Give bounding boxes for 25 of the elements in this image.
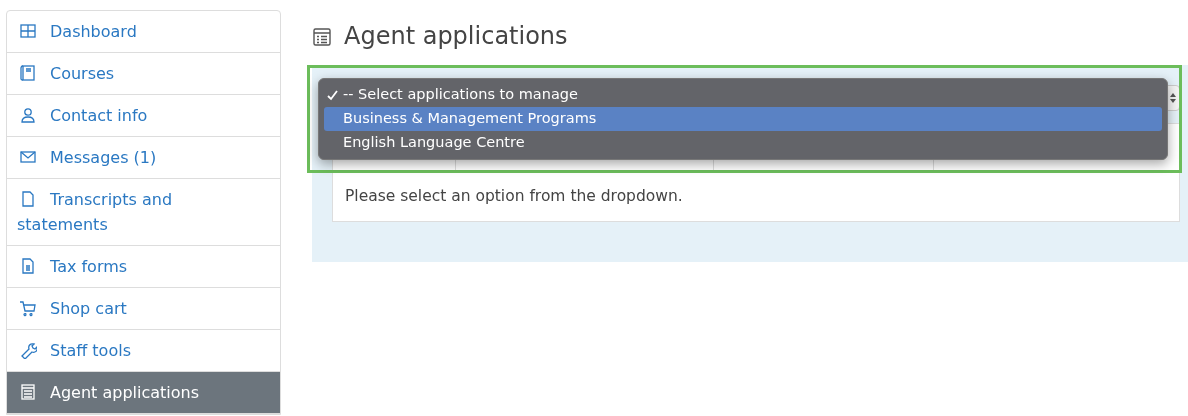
- sidebar-item[interactable]: Shop cart: [7, 288, 280, 330]
- dropdown-option[interactable]: English Language Centre: [324, 131, 1162, 155]
- file-icon: [19, 190, 37, 208]
- form-icon: [312, 26, 332, 47]
- sidebar-item[interactable]: Transcripts and statements: [7, 179, 280, 246]
- sidebar-item[interactable]: Agent applications: [7, 372, 280, 414]
- document-icon: [19, 257, 37, 275]
- empty-message: Please select an option from the dropdown.: [344, 186, 684, 207]
- page-title: Agent applications: [344, 22, 568, 51]
- dropdown-option[interactable]: -- Select applications to manage: [324, 83, 1162, 107]
- sidebar-item[interactable]: Messages (1): [7, 137, 280, 179]
- cart-icon: [19, 299, 37, 317]
- select-arrows-icon: [1169, 92, 1177, 104]
- wrench-icon: [19, 341, 37, 359]
- sidebar-item[interactable]: Contact info: [7, 95, 280, 137]
- form-icon: [19, 383, 37, 401]
- checkmark-icon: [327, 89, 338, 101]
- sidebar-item[interactable]: Courses: [7, 53, 280, 95]
- book-icon: [19, 64, 37, 82]
- sidebar-item[interactable]: Dashboard: [7, 11, 280, 53]
- dropdown-option[interactable]: Business & Management Programs: [324, 107, 1162, 131]
- grid-icon: [19, 22, 37, 40]
- envelope-icon: [19, 148, 37, 166]
- sidebar-item[interactable]: Tax forms: [7, 246, 280, 288]
- user-icon: [19, 106, 37, 124]
